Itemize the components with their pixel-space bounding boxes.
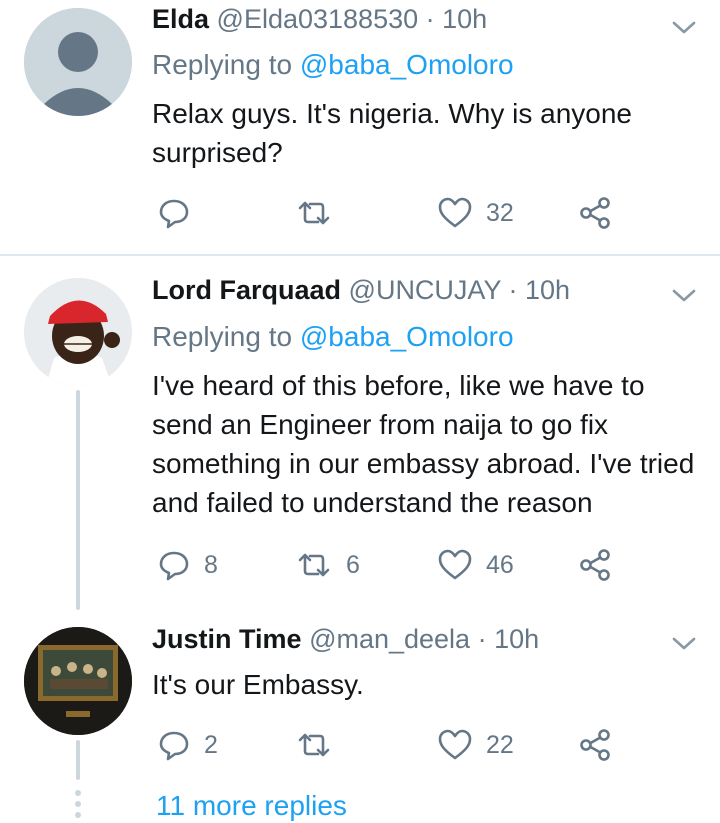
like-count: 32 — [486, 198, 514, 227]
like-count: 22 — [486, 730, 514, 759]
handle[interactable]: @man_deela — [309, 624, 470, 654]
tweet-text: It's our Embassy. — [152, 669, 364, 700]
mention-link[interactable]: @baba_Omoloro — [300, 49, 514, 80]
more-replies-link[interactable]: 11 more replies — [156, 790, 347, 822]
more-replies-dots — [74, 790, 82, 823]
replying-to: Replying to @baba_Omoloro — [152, 320, 514, 354]
display-name[interactable]: Elda — [152, 4, 209, 34]
share-icon — [580, 549, 610, 581]
share-icon — [580, 197, 610, 229]
heart-icon — [438, 197, 472, 228]
timestamp[interactable]: · 10h — [478, 624, 540, 654]
avatar[interactable] — [24, 278, 132, 386]
share-icon — [580, 729, 610, 761]
display-name[interactable]: Justin Time — [152, 624, 302, 654]
share-button[interactable] — [578, 725, 612, 765]
share-button[interactable] — [578, 193, 612, 233]
retweet-icon — [298, 733, 330, 757]
tweet-text: I've heard of this before, like we have … — [152, 370, 695, 518]
heart-icon — [438, 729, 472, 760]
retweet-count: 6 — [346, 550, 360, 579]
tweet-actions: 32 — [152, 193, 632, 233]
reply-icon — [159, 731, 189, 761]
avatar[interactable] — [24, 8, 132, 116]
retweet-icon — [298, 201, 330, 225]
like-button[interactable]: 22 — [438, 725, 514, 765]
like-button[interactable]: 32 — [438, 193, 514, 233]
reply-icon — [159, 199, 189, 229]
tweet-header: Elda @Elda03188530 · 10h — [152, 2, 487, 36]
tweet-actions: 2 22 — [152, 725, 632, 765]
like-button[interactable]: 46 — [438, 545, 514, 585]
tweet-header: Justin Time @man_deela · 10h — [152, 622, 539, 656]
retweet-icon — [298, 553, 330, 577]
replying-label: Replying to — [152, 321, 293, 352]
chevron-down-icon[interactable] — [670, 634, 698, 654]
avatar[interactable] — [24, 627, 132, 735]
timestamp[interactable]: · 10h — [508, 275, 570, 305]
thread-line — [76, 390, 80, 610]
tweet-actions: 8 6 46 — [152, 545, 632, 585]
retweet-button[interactable]: 6 — [296, 545, 360, 585]
thread-line — [76, 740, 80, 780]
display-name[interactable]: Lord Farquaad — [152, 275, 341, 305]
heart-icon — [438, 549, 472, 580]
tweet-header: Lord Farquaad @UNCUJAY · 10h — [152, 273, 570, 307]
handle[interactable]: @UNCUJAY — [349, 275, 501, 305]
retweet-button[interactable] — [296, 725, 346, 765]
reply-button[interactable] — [158, 193, 204, 233]
reply-icon — [159, 551, 189, 581]
chevron-down-icon[interactable] — [670, 286, 698, 306]
retweet-button[interactable] — [296, 193, 346, 233]
mention-link[interactable]: @baba_Omoloro — [300, 321, 514, 352]
handle[interactable]: @Elda03188530 — [217, 4, 419, 34]
tweet-divider — [0, 254, 720, 256]
chevron-down-icon[interactable] — [670, 18, 698, 38]
like-count: 46 — [486, 550, 514, 579]
reply-button[interactable]: 8 — [158, 545, 218, 585]
replying-label: Replying to — [152, 49, 293, 80]
reply-count: 8 — [204, 550, 218, 579]
replying-to: Replying to @baba_Omoloro — [152, 48, 514, 82]
timestamp[interactable]: · 10h — [426, 4, 488, 34]
tweet-text: Relax guys. It's nigeria. Why is anyone … — [152, 98, 633, 168]
reply-button[interactable]: 2 — [158, 725, 218, 765]
share-button[interactable] — [578, 545, 612, 585]
reply-count: 2 — [204, 730, 218, 759]
